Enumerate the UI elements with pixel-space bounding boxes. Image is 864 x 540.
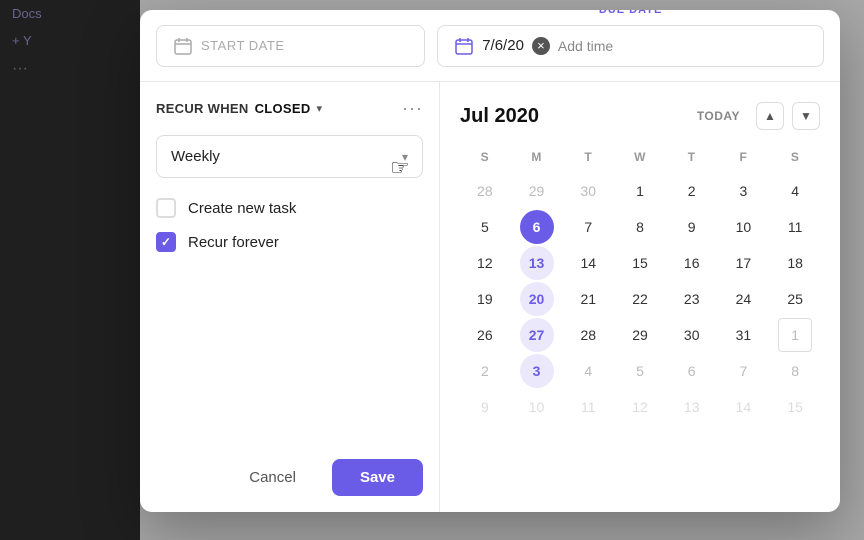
cal-day-27-highlighted[interactable]: 27 (520, 318, 554, 352)
due-date-clear-button[interactable] (532, 37, 550, 55)
cal-day-7[interactable]: 7 (571, 210, 605, 244)
cal-day-11[interactable]: 11 (778, 210, 812, 244)
cal-day-6-selected[interactable]: 6 (520, 210, 554, 244)
cal-day-12[interactable]: 12 (468, 246, 502, 280)
create-new-task-item: Create new task (156, 198, 423, 218)
cal-day-23[interactable]: 23 (675, 282, 709, 316)
cal-day-9[interactable]: 9 (675, 210, 709, 244)
cal-day-9-next[interactable]: 9 (468, 390, 502, 424)
cal-day-20-highlighted[interactable]: 20 (520, 282, 554, 316)
due-date-label-above: DUE DATE (599, 10, 662, 16)
cal-day-14[interactable]: 14 (571, 246, 605, 280)
cal-day-30-prev[interactable]: 30 (571, 174, 605, 208)
recur-forever-label: Recur forever (188, 234, 279, 251)
create-new-task-label: Create new task (188, 200, 296, 217)
cal-day-11-next[interactable]: 11 (571, 390, 605, 424)
cal-day-1-next-boxed[interactable]: 1 (778, 318, 812, 352)
dow-tue: T (563, 146, 613, 172)
modal-footer: Cancel Save (156, 459, 423, 496)
recur-title-normal: RECUR WHEN (156, 101, 249, 116)
cancel-button[interactable]: Cancel (225, 459, 320, 496)
calendar-grid: S M T W T F S 28 29 30 1 2 3 4 5 6 7 8 (460, 146, 820, 424)
cal-day-8[interactable]: 8 (623, 210, 657, 244)
cal-day-1[interactable]: 1 (623, 174, 657, 208)
cal-day-15[interactable]: 15 (623, 246, 657, 280)
modal-body: RECUR WHEN CLOSED ▾ ··· Weekly ▾ Create … (140, 82, 840, 512)
start-date-field[interactable]: START DATE (156, 25, 425, 67)
cal-day-12-next[interactable]: 12 (623, 390, 657, 424)
calendar-prev-button[interactable]: ▲ (756, 102, 784, 130)
cal-day-4[interactable]: 4 (778, 174, 812, 208)
cal-day-5[interactable]: 5 (468, 210, 502, 244)
calendar-month-year: Jul 2020 (460, 105, 539, 128)
start-date-label: START DATE (201, 38, 285, 53)
cal-day-6-next[interactable]: 6 (675, 354, 709, 388)
dropdown-chevron-icon: ▾ (402, 150, 408, 164)
recur-frequency-dropdown[interactable]: Weekly ▾ (156, 135, 423, 178)
cal-day-30[interactable]: 30 (675, 318, 709, 352)
cal-day-2[interactable]: 2 (675, 174, 709, 208)
dow-sun: S (460, 146, 510, 172)
cal-day-28[interactable]: 28 (571, 318, 605, 352)
cal-day-13-highlighted[interactable]: 13 (520, 246, 554, 280)
calendar-panel: Jul 2020 TODAY ▲ ▼ S M T W T F S 28 29 (440, 82, 840, 512)
recur-chevron-icon[interactable]: ▾ (317, 102, 323, 115)
due-date-field[interactable]: DUE DATE 7/6/20 Add time (437, 25, 824, 67)
dow-thu: T (667, 146, 717, 172)
cal-day-29-prev[interactable]: 29 (520, 174, 554, 208)
calendar-icon-due (454, 36, 474, 56)
recur-header: RECUR WHEN CLOSED ▾ ··· (156, 98, 423, 119)
calendar-next-button[interactable]: ▼ (792, 102, 820, 130)
cal-day-24[interactable]: 24 (726, 282, 760, 316)
recur-forever-checkbox[interactable] (156, 232, 176, 252)
cal-day-13-next[interactable]: 13 (675, 390, 709, 424)
cal-day-15-next[interactable]: 15 (778, 390, 812, 424)
calendar-icon-start (173, 36, 193, 56)
cal-day-26[interactable]: 26 (468, 318, 502, 352)
recur-forever-item: Recur forever (156, 232, 423, 252)
cal-day-25[interactable]: 25 (778, 282, 812, 316)
cal-day-29[interactable]: 29 (623, 318, 657, 352)
dropdown-selected-value: Weekly (171, 148, 220, 165)
modal-header: START DATE DUE DATE 7/6/20 Add time (140, 10, 840, 82)
cal-day-28-prev[interactable]: 28 (468, 174, 502, 208)
cal-day-16[interactable]: 16 (675, 246, 709, 280)
cal-day-19[interactable]: 19 (468, 282, 502, 316)
dow-wed: W (615, 146, 665, 172)
cal-day-22[interactable]: 22 (623, 282, 657, 316)
cal-day-31[interactable]: 31 (726, 318, 760, 352)
dow-fri: F (719, 146, 769, 172)
due-date-value: 7/6/20 (482, 37, 524, 54)
save-button[interactable]: Save (332, 459, 423, 496)
calendar-nav-right: TODAY ▲ ▼ (689, 102, 820, 130)
dow-sat: S (770, 146, 820, 172)
recur-title-bold: CLOSED (255, 101, 311, 116)
cal-day-4-next[interactable]: 4 (571, 354, 605, 388)
modal-dialog: START DATE DUE DATE 7/6/20 Add time RECU… (140, 10, 840, 512)
create-new-task-checkbox[interactable] (156, 198, 176, 218)
recur-title: RECUR WHEN CLOSED ▾ (156, 101, 322, 116)
cal-day-3[interactable]: 3 (726, 174, 760, 208)
left-panel: RECUR WHEN CLOSED ▾ ··· Weekly ▾ Create … (140, 82, 440, 512)
cal-day-2-next[interactable]: 2 (468, 354, 502, 388)
recur-more-options[interactable]: ··· (402, 98, 423, 119)
cal-day-14-next[interactable]: 14 (726, 390, 760, 424)
cal-day-10[interactable]: 10 (726, 210, 760, 244)
cal-day-18[interactable]: 18 (778, 246, 812, 280)
cal-day-21[interactable]: 21 (571, 282, 605, 316)
cal-day-8-next[interactable]: 8 (778, 354, 812, 388)
today-button[interactable]: TODAY (689, 105, 748, 127)
cal-day-5-next[interactable]: 5 (623, 354, 657, 388)
add-time-text[interactable]: Add time (558, 38, 613, 54)
dow-mon: M (512, 146, 562, 172)
calendar-nav: Jul 2020 TODAY ▲ ▼ (460, 102, 820, 130)
cal-day-7-next[interactable]: 7 (726, 354, 760, 388)
cal-day-10-next[interactable]: 10 (520, 390, 554, 424)
cal-day-3-highlighted[interactable]: 3 (520, 354, 554, 388)
cal-day-17[interactable]: 17 (726, 246, 760, 280)
